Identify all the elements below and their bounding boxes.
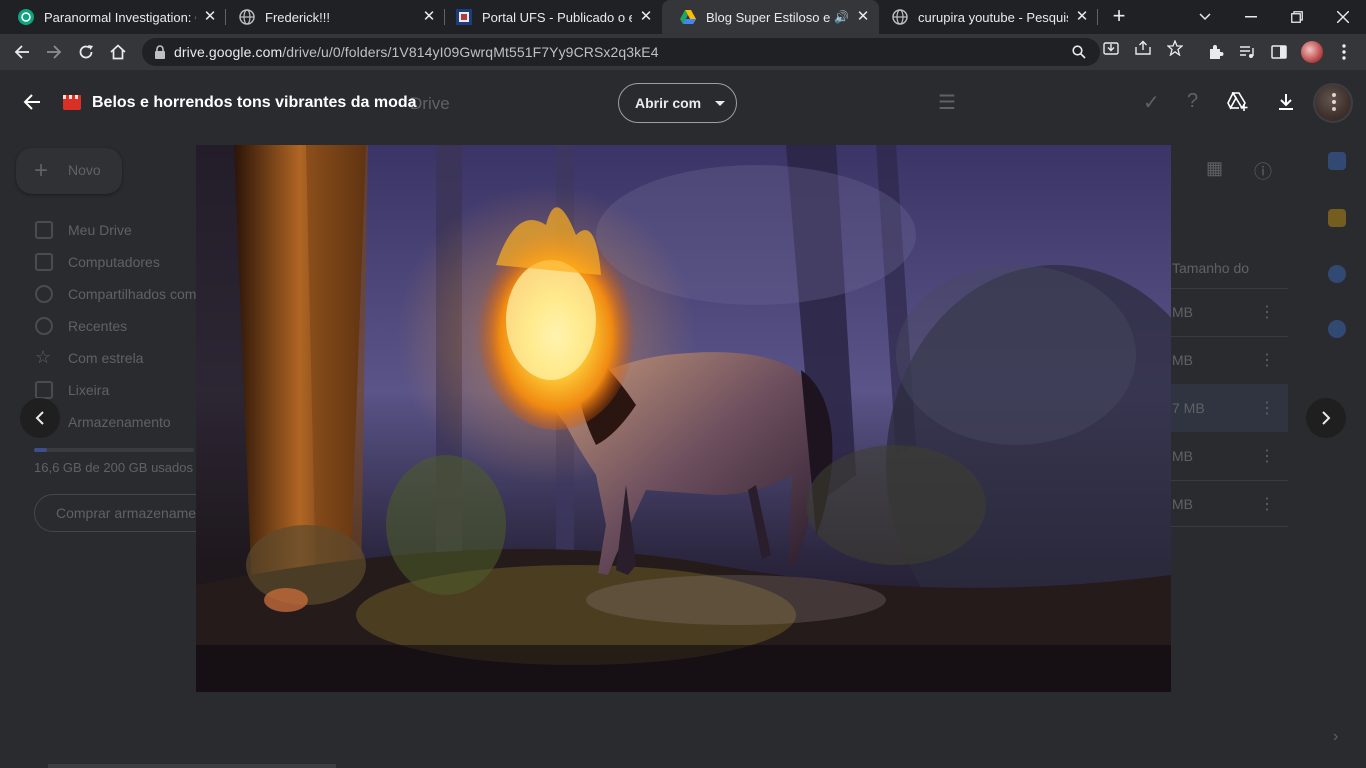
buy-storage-label: Comprar armazenamento [56, 505, 196, 521]
new-tab-button[interactable]: + [1108, 5, 1130, 28]
help-icon: ? [1187, 90, 1199, 112]
size-cell: 7 MB [1172, 400, 1205, 416]
tab-1[interactable]: Paranormal Investigation: Ch ✕ [0, 0, 226, 34]
info-icon: ⓘ [1254, 162, 1272, 182]
side-panel-icon[interactable] [1269, 42, 1289, 62]
size-cell: MB [1172, 304, 1193, 320]
open-with-button[interactable]: Abrir com [618, 83, 737, 123]
globe-icon [239, 9, 255, 25]
filter-icon: ☰ [938, 92, 956, 114]
clock-icon [35, 317, 53, 335]
storage-text: 16,6 GB de 200 GB usados [34, 460, 193, 475]
tab-title: Paranormal Investigation: Ch [44, 9, 196, 25]
back-icon[interactable] [8, 38, 36, 66]
check-circle-icon: ✓ [1143, 92, 1160, 114]
new-button-label: Novo [68, 162, 101, 178]
storage-bar [34, 448, 194, 452]
home-icon[interactable] [104, 38, 132, 66]
more-icon: ⋮ [1259, 304, 1275, 321]
size-cell: MB [1172, 448, 1193, 464]
next-button[interactable] [1306, 398, 1346, 438]
minimize-button[interactable] [1228, 4, 1274, 30]
chevron-down-icon [715, 100, 726, 106]
extensions-puzzle-icon[interactable] [1206, 42, 1226, 62]
nav-recent: Recentes [68, 318, 128, 334]
menu-dots-icon[interactable] [1334, 42, 1354, 62]
back-arrow-icon[interactable] [20, 90, 44, 114]
speaker-icon[interactable]: 🔊 [834, 10, 849, 24]
more-icon: ⋮ [1259, 448, 1275, 465]
restore-button[interactable] [1274, 4, 1320, 30]
account-avatar[interactable] [1313, 83, 1353, 123]
reload-icon[interactable] [72, 38, 100, 66]
chatgpt-icon [18, 9, 34, 25]
media-playlist-icon[interactable] [1237, 42, 1257, 62]
star-outline-icon: ☆ [35, 347, 52, 367]
tab-2[interactable]: Frederick!!! ✕ [221, 0, 445, 34]
tab-strip: Paranormal Investigation: Ch ✕ Frederick… [0, 0, 1366, 34]
video-file-icon [63, 95, 81, 110]
tab-title: Portal UFS - Publicado o edit [482, 9, 632, 25]
close-icon[interactable]: ✕ [1074, 9, 1090, 25]
close-icon[interactable]: ✕ [855, 9, 871, 25]
computer-icon [35, 253, 53, 271]
share-icon[interactable] [1134, 39, 1152, 57]
calendar-app-icon [1328, 152, 1346, 170]
trash-icon [35, 381, 53, 399]
close-icon[interactable]: ✕ [421, 9, 437, 25]
google-drive-icon [680, 9, 696, 25]
open-with-label: Abrir com [635, 95, 702, 111]
my-drive-icon [35, 221, 53, 239]
grid-view-icon: ▦ [1206, 158, 1224, 178]
nav-shared: Compartilhados comigo [68, 286, 196, 302]
storage-bar-fill [34, 448, 48, 452]
browser-toolbar: drive.google.com/drive/u/0/folders/1V814… [0, 34, 1366, 70]
lock-icon[interactable] [152, 44, 168, 60]
profile-avatar[interactable] [1301, 41, 1323, 63]
nav-computers: Computadores [68, 254, 160, 270]
new-plus-icon: + [34, 157, 49, 184]
forest-flaming-horse-image [196, 145, 1171, 692]
search-icon[interactable] [1070, 43, 1088, 61]
preview-image [196, 145, 1171, 692]
tab-title: curupira youtube - Pesquisa [918, 9, 1068, 25]
forward-icon[interactable] [40, 38, 68, 66]
nav-my-drive: Meu Drive [68, 222, 132, 238]
ufs-portal-icon [456, 9, 472, 25]
column-header-size: Tamanho do [1172, 260, 1250, 276]
nav-storage: Armazenamento [68, 414, 171, 430]
more-icon: ⋮ [1259, 352, 1275, 369]
close-window-button[interactable] [1320, 4, 1366, 30]
size-cell: MB [1172, 496, 1193, 512]
file-title: Belos e horrendos tons vibrantes da moda [92, 94, 417, 111]
shared-icon [35, 285, 53, 303]
more-icon: ⋮ [1259, 400, 1275, 417]
url-text: drive.google.com/drive/u/0/folders/1V814… [174, 44, 659, 60]
tab-search-chevron-icon[interactable] [1182, 4, 1228, 30]
add-shortcut-to-drive-icon[interactable] [1226, 90, 1250, 114]
contacts-app-icon [1328, 320, 1346, 338]
address-bar[interactable]: drive.google.com/drive/u/0/folders/1V814… [142, 38, 1100, 66]
keep-app-icon [1328, 209, 1346, 227]
previous-button[interactable] [20, 398, 60, 438]
tab-3[interactable]: Portal UFS - Publicado o edit ✕ [438, 0, 662, 34]
nav-starred: Com estrela [68, 350, 144, 366]
scrollbar [48, 764, 336, 768]
close-icon[interactable]: ✕ [638, 9, 654, 25]
expand-panel-icon: › [1333, 728, 1339, 745]
download-icon[interactable] [1274, 90, 1298, 114]
tab-5[interactable]: curupira youtube - Pesquisa ✕ [874, 0, 1098, 34]
globe-icon [892, 9, 908, 25]
tasks-app-icon [1328, 265, 1346, 283]
more-icon: ⋮ [1259, 496, 1275, 513]
tab-title: Frederick!!! [265, 9, 331, 25]
nav-trash: Lixeira [68, 382, 110, 398]
tab-title: Blog Super Estiloso e nã [706, 9, 831, 25]
size-cell: MB [1172, 352, 1193, 368]
tab-4-active[interactable]: Blog Super Estiloso e nã 🔊 ✕ [662, 0, 879, 34]
star-icon[interactable] [1166, 39, 1184, 57]
install-app-icon[interactable] [1102, 39, 1120, 57]
close-icon[interactable]: ✕ [202, 9, 218, 25]
